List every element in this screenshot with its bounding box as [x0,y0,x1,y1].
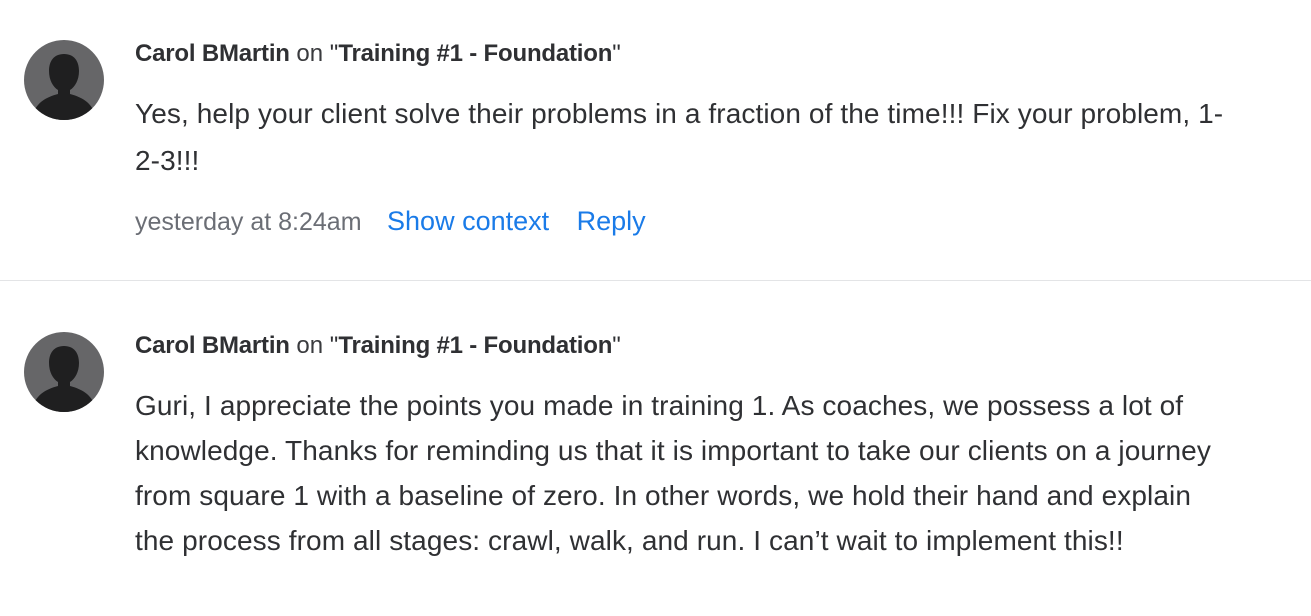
comment-text: Guri, I appreciate the points you made i… [135,390,1211,556]
author-name[interactable]: Carol BMartin [135,40,290,67]
close-quote: " [612,40,621,67]
user-silhouette-icon [34,54,94,120]
timestamp: yesterday at 8:24am [135,208,362,236]
comment-actions: yesterday at 8:24am Show context Reply [135,202,1231,241]
course-link[interactable]: Training #1 - Foundation [338,332,612,359]
comment-content: Carol BMartin on "Training #1 - Foundati… [135,330,1231,563]
comment-item: Carol BMartin on "Training #1 - Foundati… [0,281,1311,615]
comment-item: Carol BMartin on "Training #1 - Foundati… [0,0,1311,281]
avatar[interactable] [24,40,104,120]
user-silhouette-icon [34,346,94,412]
course-link[interactable]: Training #1 - Foundation [338,40,612,67]
on-label: on [296,332,324,359]
reply-link[interactable]: Reply [577,206,646,236]
close-quote: " [612,332,621,359]
comment-text: Yes, help your client solve their proble… [135,98,1224,176]
on-label: on [296,40,324,67]
avatar[interactable] [24,332,104,412]
comment-meta: Carol BMartin on "Training #1 - Foundati… [135,38,1231,70]
comment-content: Carol BMartin on "Training #1 - Foundati… [135,38,1231,241]
comment-meta: Carol BMartin on "Training #1 - Foundati… [135,330,1231,362]
author-name[interactable]: Carol BMartin [135,332,290,359]
show-context-link[interactable]: Show context [387,206,549,236]
